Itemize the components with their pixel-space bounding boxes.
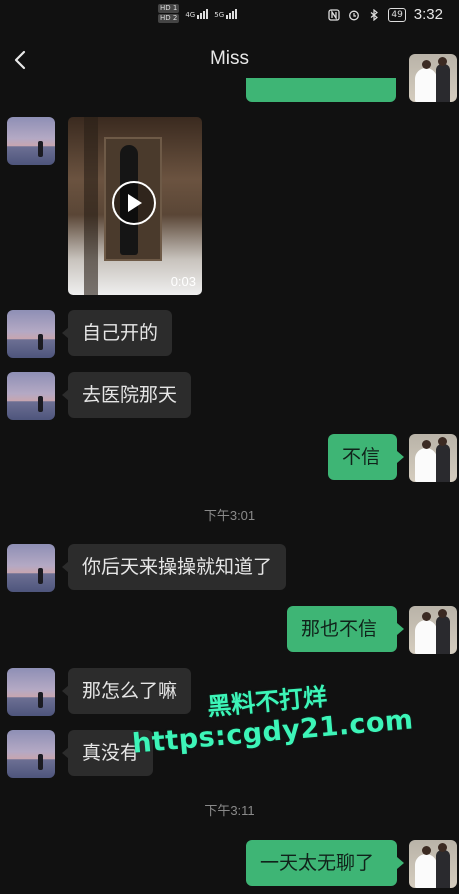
- timestamp: 下午3:11: [204, 803, 255, 818]
- outgoing-message[interactable]: 那也不信: [287, 606, 397, 652]
- contact-avatar[interactable]: [7, 372, 55, 420]
- contact-avatar[interactable]: [7, 544, 55, 592]
- clock: 3:32: [413, 6, 443, 23]
- my-avatar[interactable]: [409, 840, 457, 888]
- contact-avatar[interactable]: [7, 310, 55, 358]
- incoming-message[interactable]: 去医院那天: [68, 372, 192, 418]
- my-avatar[interactable]: [409, 54, 457, 102]
- video-message[interactable]: 0:03: [68, 117, 202, 295]
- outgoing-message[interactable]: 不信: [328, 434, 397, 480]
- incoming-message[interactable]: 自己开的: [68, 310, 173, 356]
- network-type-1: 4G: [185, 10, 196, 19]
- my-avatar[interactable]: [409, 434, 457, 482]
- chat-title: Miss: [209, 48, 250, 69]
- network-type-2: 5G: [214, 10, 225, 19]
- signal-strength-1-icon: 4G: [185, 8, 209, 19]
- outgoing-bubble-partial[interactable]: [246, 78, 396, 102]
- my-avatar[interactable]: [409, 606, 457, 654]
- bluetooth-icon: [370, 8, 379, 21]
- signal-area: HD 1 HD 2 4G 5G: [158, 4, 238, 23]
- hd-badges: HD 1 HD 2: [158, 4, 180, 23]
- contact-avatar[interactable]: [7, 117, 55, 165]
- contact-avatar[interactable]: [7, 730, 55, 778]
- battery-icon: 49: [388, 7, 406, 22]
- chat-header: Miss: [0, 42, 459, 78]
- hd-badge-2: HD 2: [158, 14, 180, 23]
- video-duration: 0:03: [170, 274, 196, 289]
- nfc-icon: [328, 8, 340, 21]
- status-icons: 49 3:32: [328, 6, 443, 23]
- status-bar: HD 1 HD 2 4G 5G 49 3:32: [0, 0, 459, 30]
- signal-strength-2-icon: 5G: [214, 8, 238, 19]
- alarm-icon: [349, 10, 360, 20]
- outgoing-message[interactable]: 一天太无聊了: [246, 840, 397, 886]
- timestamp: 下午3:01: [203, 508, 256, 523]
- contact-avatar[interactable]: [7, 668, 55, 716]
- hd-badge-1: HD 1: [158, 4, 180, 13]
- incoming-message[interactable]: 你后天来操操就知道了: [68, 544, 287, 590]
